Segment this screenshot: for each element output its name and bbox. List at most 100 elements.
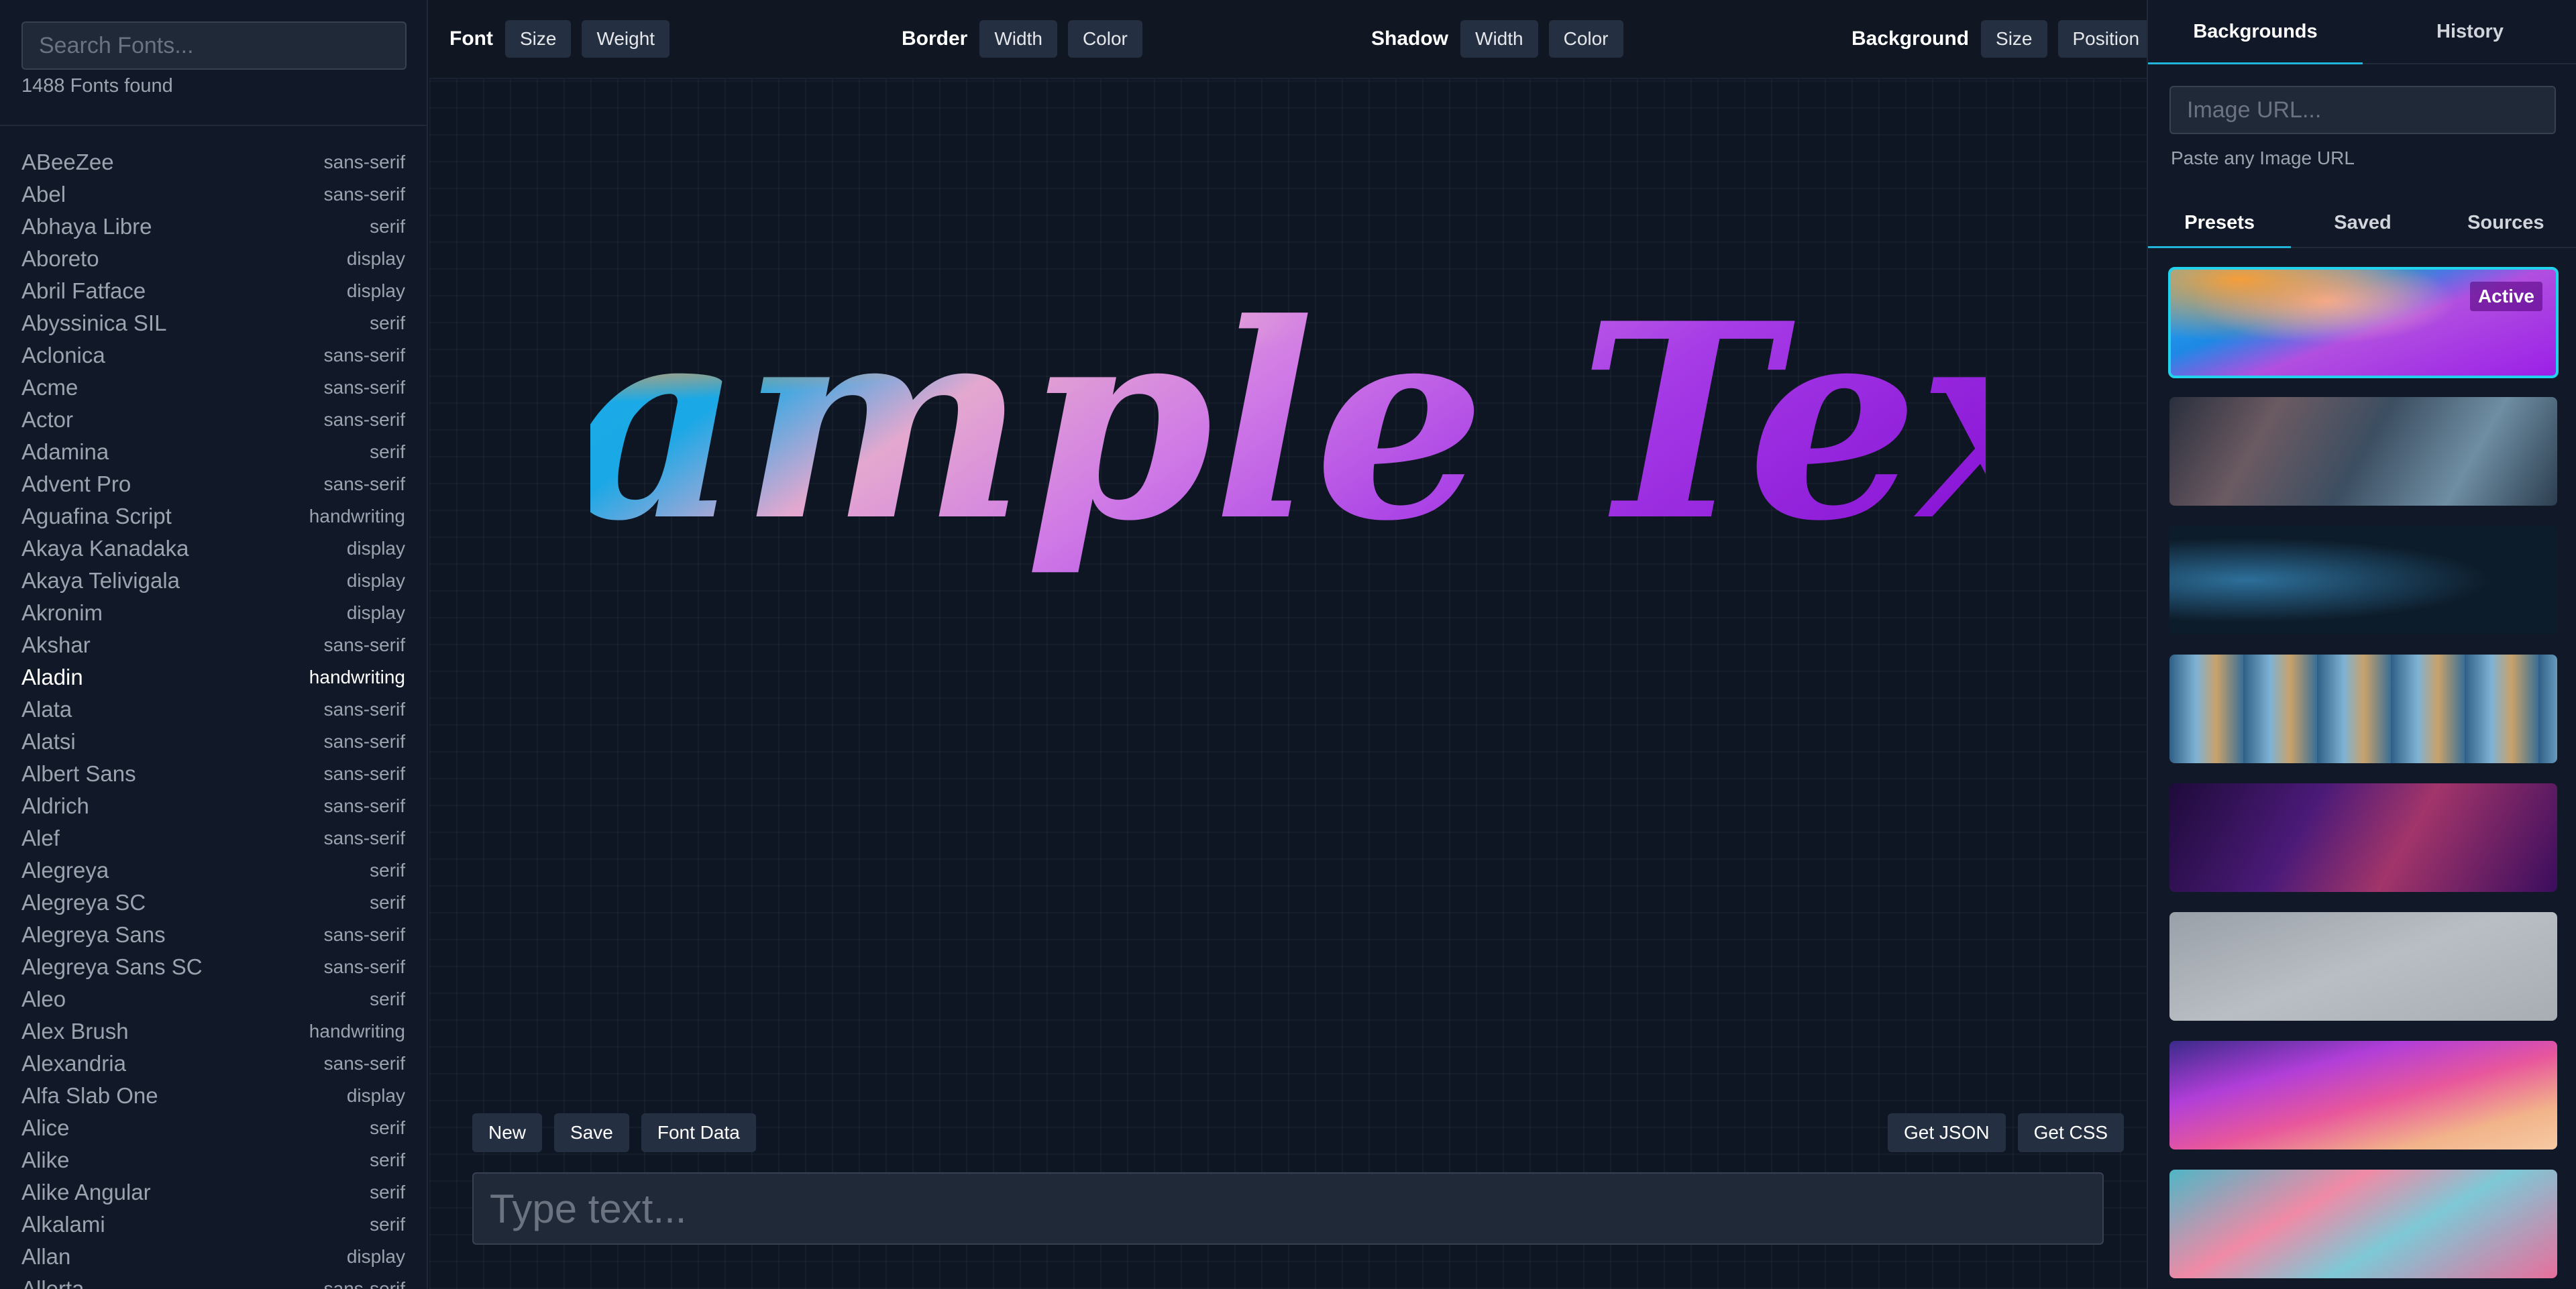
tab-presets[interactable]: Presets (2148, 199, 2292, 248)
font-name: Adamina (21, 439, 109, 464)
font-list-item[interactable]: Abhaya Libre serif (0, 211, 427, 243)
font-category: sans-serif (323, 1053, 405, 1074)
search-fonts-input[interactable] (21, 21, 407, 70)
border-controls: Border Width Color (902, 20, 1142, 58)
font-list-item[interactable]: Aclonica sans-serif (0, 339, 427, 372)
preset-thumbnail[interactable] (2169, 526, 2557, 634)
font-list-item[interactable]: Aboreto display (0, 243, 427, 275)
font-category: sans-serif (323, 345, 405, 366)
font-name: Alike (21, 1147, 70, 1172)
font-category: serif (370, 860, 405, 881)
font-sidebar: 1488 Fonts found ABeeZee sans-serif Abel sa… (0, 0, 428, 1289)
font-category: serif (370, 1150, 405, 1170)
font-list-item[interactable]: Alegreya Sans SC sans-serif (0, 951, 427, 983)
font-list-item[interactable]: ABeeZee sans-serif (0, 146, 427, 178)
font-name: Aleo (21, 987, 66, 1011)
font-list-item[interactable]: Akshar sans-serif (0, 629, 427, 661)
preset-thumbnail[interactable] (2169, 655, 2557, 763)
font-list-item[interactable]: Acme sans-serif (0, 372, 427, 404)
font-list-item[interactable]: Alike serif (0, 1144, 427, 1176)
font-name: ABeeZee (21, 150, 114, 174)
preset-thumbnail[interactable] (2169, 397, 2557, 506)
font-list-item[interactable]: Advent Pro sans-serif (0, 468, 427, 500)
tab-saved[interactable]: Saved (2291, 199, 2434, 247)
font-list-item[interactable]: Alegreya SC serif (0, 887, 427, 919)
image-url-hint: Paste any Image URL (2171, 148, 2355, 168)
font-name: Abyssinica SIL (21, 311, 167, 335)
font-name: Aguafina Script (21, 504, 172, 528)
font-controls: Font Size Weight (449, 20, 670, 58)
shadow-width-button[interactable]: Width (1460, 20, 1538, 58)
font-list-item[interactable]: Actor sans-serif (0, 404, 427, 436)
font-name: Alef (21, 826, 60, 850)
font-category: sans-serif (323, 184, 405, 205)
background-panel: Backgrounds History Paste any Image URL … (2147, 0, 2576, 1289)
font-category: sans-serif (323, 409, 405, 430)
font-list-item[interactable]: Alike Angular serif (0, 1176, 427, 1209)
background-size-button[interactable]: Size (1981, 20, 2047, 58)
font-list-item[interactable]: Alice serif (0, 1112, 427, 1144)
preset-thumbnail[interactable] (2169, 783, 2557, 892)
font-category: sans-serif (323, 152, 405, 172)
get-json-button[interactable]: Get JSON (1888, 1113, 2006, 1152)
font-list-item[interactable]: Alex Brush handwriting (0, 1015, 427, 1048)
preset-thumbnail[interactable] (2169, 1041, 2557, 1150)
font-list-item[interactable]: Alata sans-serif (0, 693, 427, 726)
font-list-item[interactable]: Alegreya Sans sans-serif (0, 919, 427, 951)
preset-thumbnail-active[interactable]: Active (2168, 267, 2559, 378)
fonts-found-count: 1488 Fonts found (21, 75, 173, 97)
save-button[interactable]: Save (554, 1113, 629, 1152)
font-list-item[interactable]: Akaya Telivigala display (0, 565, 427, 597)
font-list-item[interactable]: Allan display (0, 1241, 427, 1273)
font-name: Allan (21, 1244, 71, 1269)
font-list-item[interactable]: Aldrich sans-serif (0, 790, 427, 822)
font-name: Akronim (21, 600, 103, 625)
font-list-item[interactable]: Albert Sans sans-serif (0, 758, 427, 790)
font-list-item[interactable]: Allerta sans-serif (0, 1273, 427, 1289)
font-list-item[interactable]: Alatsi sans-serif (0, 726, 427, 758)
font-size-button[interactable]: Size (504, 20, 572, 58)
font-list-item[interactable]: Akaya Kanadaka display (0, 533, 427, 565)
font-name: Alex Brush (21, 1019, 129, 1044)
font-data-button[interactable]: Font Data (641, 1113, 756, 1152)
font-list-item[interactable]: Akronim display (0, 597, 427, 629)
font-category: sans-serif (323, 828, 405, 848)
font-list-item[interactable]: Abel sans-serif (0, 178, 427, 211)
font-list-item[interactable]: Alfa Slab One display (0, 1080, 427, 1112)
font-weight-button[interactable]: Weight (582, 20, 670, 58)
font-list-item[interactable]: Aguafina Script handwriting (0, 500, 427, 533)
new-button[interactable]: New (472, 1113, 543, 1152)
shadow-color-button[interactable]: Color (1548, 20, 1623, 58)
border-width-button[interactable]: Width (979, 20, 1057, 58)
app-window: 1488 Fonts found ABeeZee sans-serif Abel sa… (0, 0, 2576, 1289)
font-list-item[interactable]: Alkalami serif (0, 1209, 427, 1241)
tab-sources[interactable]: Sources (2434, 199, 2576, 247)
editor-actions-left: New Save Font Data (472, 1113, 756, 1152)
font-list-item[interactable]: Abril Fatface display (0, 275, 427, 307)
font-list-item[interactable]: Alef sans-serif (0, 822, 427, 854)
font-category: display (346, 280, 405, 301)
font-list: ABeeZee sans-serif Abel sans-serif Abhaya Li… (0, 146, 427, 1289)
text-input[interactable] (472, 1172, 2104, 1245)
tab-backgrounds[interactable]: Backgrounds (2148, 0, 2363, 64)
image-url-input[interactable] (2169, 86, 2556, 134)
border-label: Border (902, 27, 968, 50)
font-list-item[interactable]: Alegreya serif (0, 854, 427, 887)
font-list-item[interactable]: Aleo serif (0, 983, 427, 1015)
font-list-item[interactable]: Alexandria sans-serif (0, 1048, 427, 1080)
preset-thumbnail[interactable] (2169, 1170, 2557, 1278)
font-category: handwriting (309, 667, 405, 687)
get-css-button[interactable]: Get CSS (2017, 1113, 2125, 1152)
font-list-item[interactable]: Aladin handwriting (0, 661, 427, 693)
font-name: Alegreya SC (21, 890, 146, 915)
border-color-button[interactable]: Color (1067, 20, 1142, 58)
font-list-item[interactable]: Adamina serif (0, 436, 427, 468)
tab-history[interactable]: History (2363, 0, 2576, 63)
font-name: Aboreto (21, 246, 99, 271)
font-name: Aclonica (21, 343, 105, 368)
font-category: serif (370, 892, 405, 913)
font-name: Alegreya Sans (21, 922, 166, 947)
font-list-item[interactable]: Abyssinica SIL serif (0, 307, 427, 339)
preset-thumbnail[interactable] (2169, 912, 2557, 1021)
background-position-button[interactable]: Position (2057, 20, 2147, 58)
